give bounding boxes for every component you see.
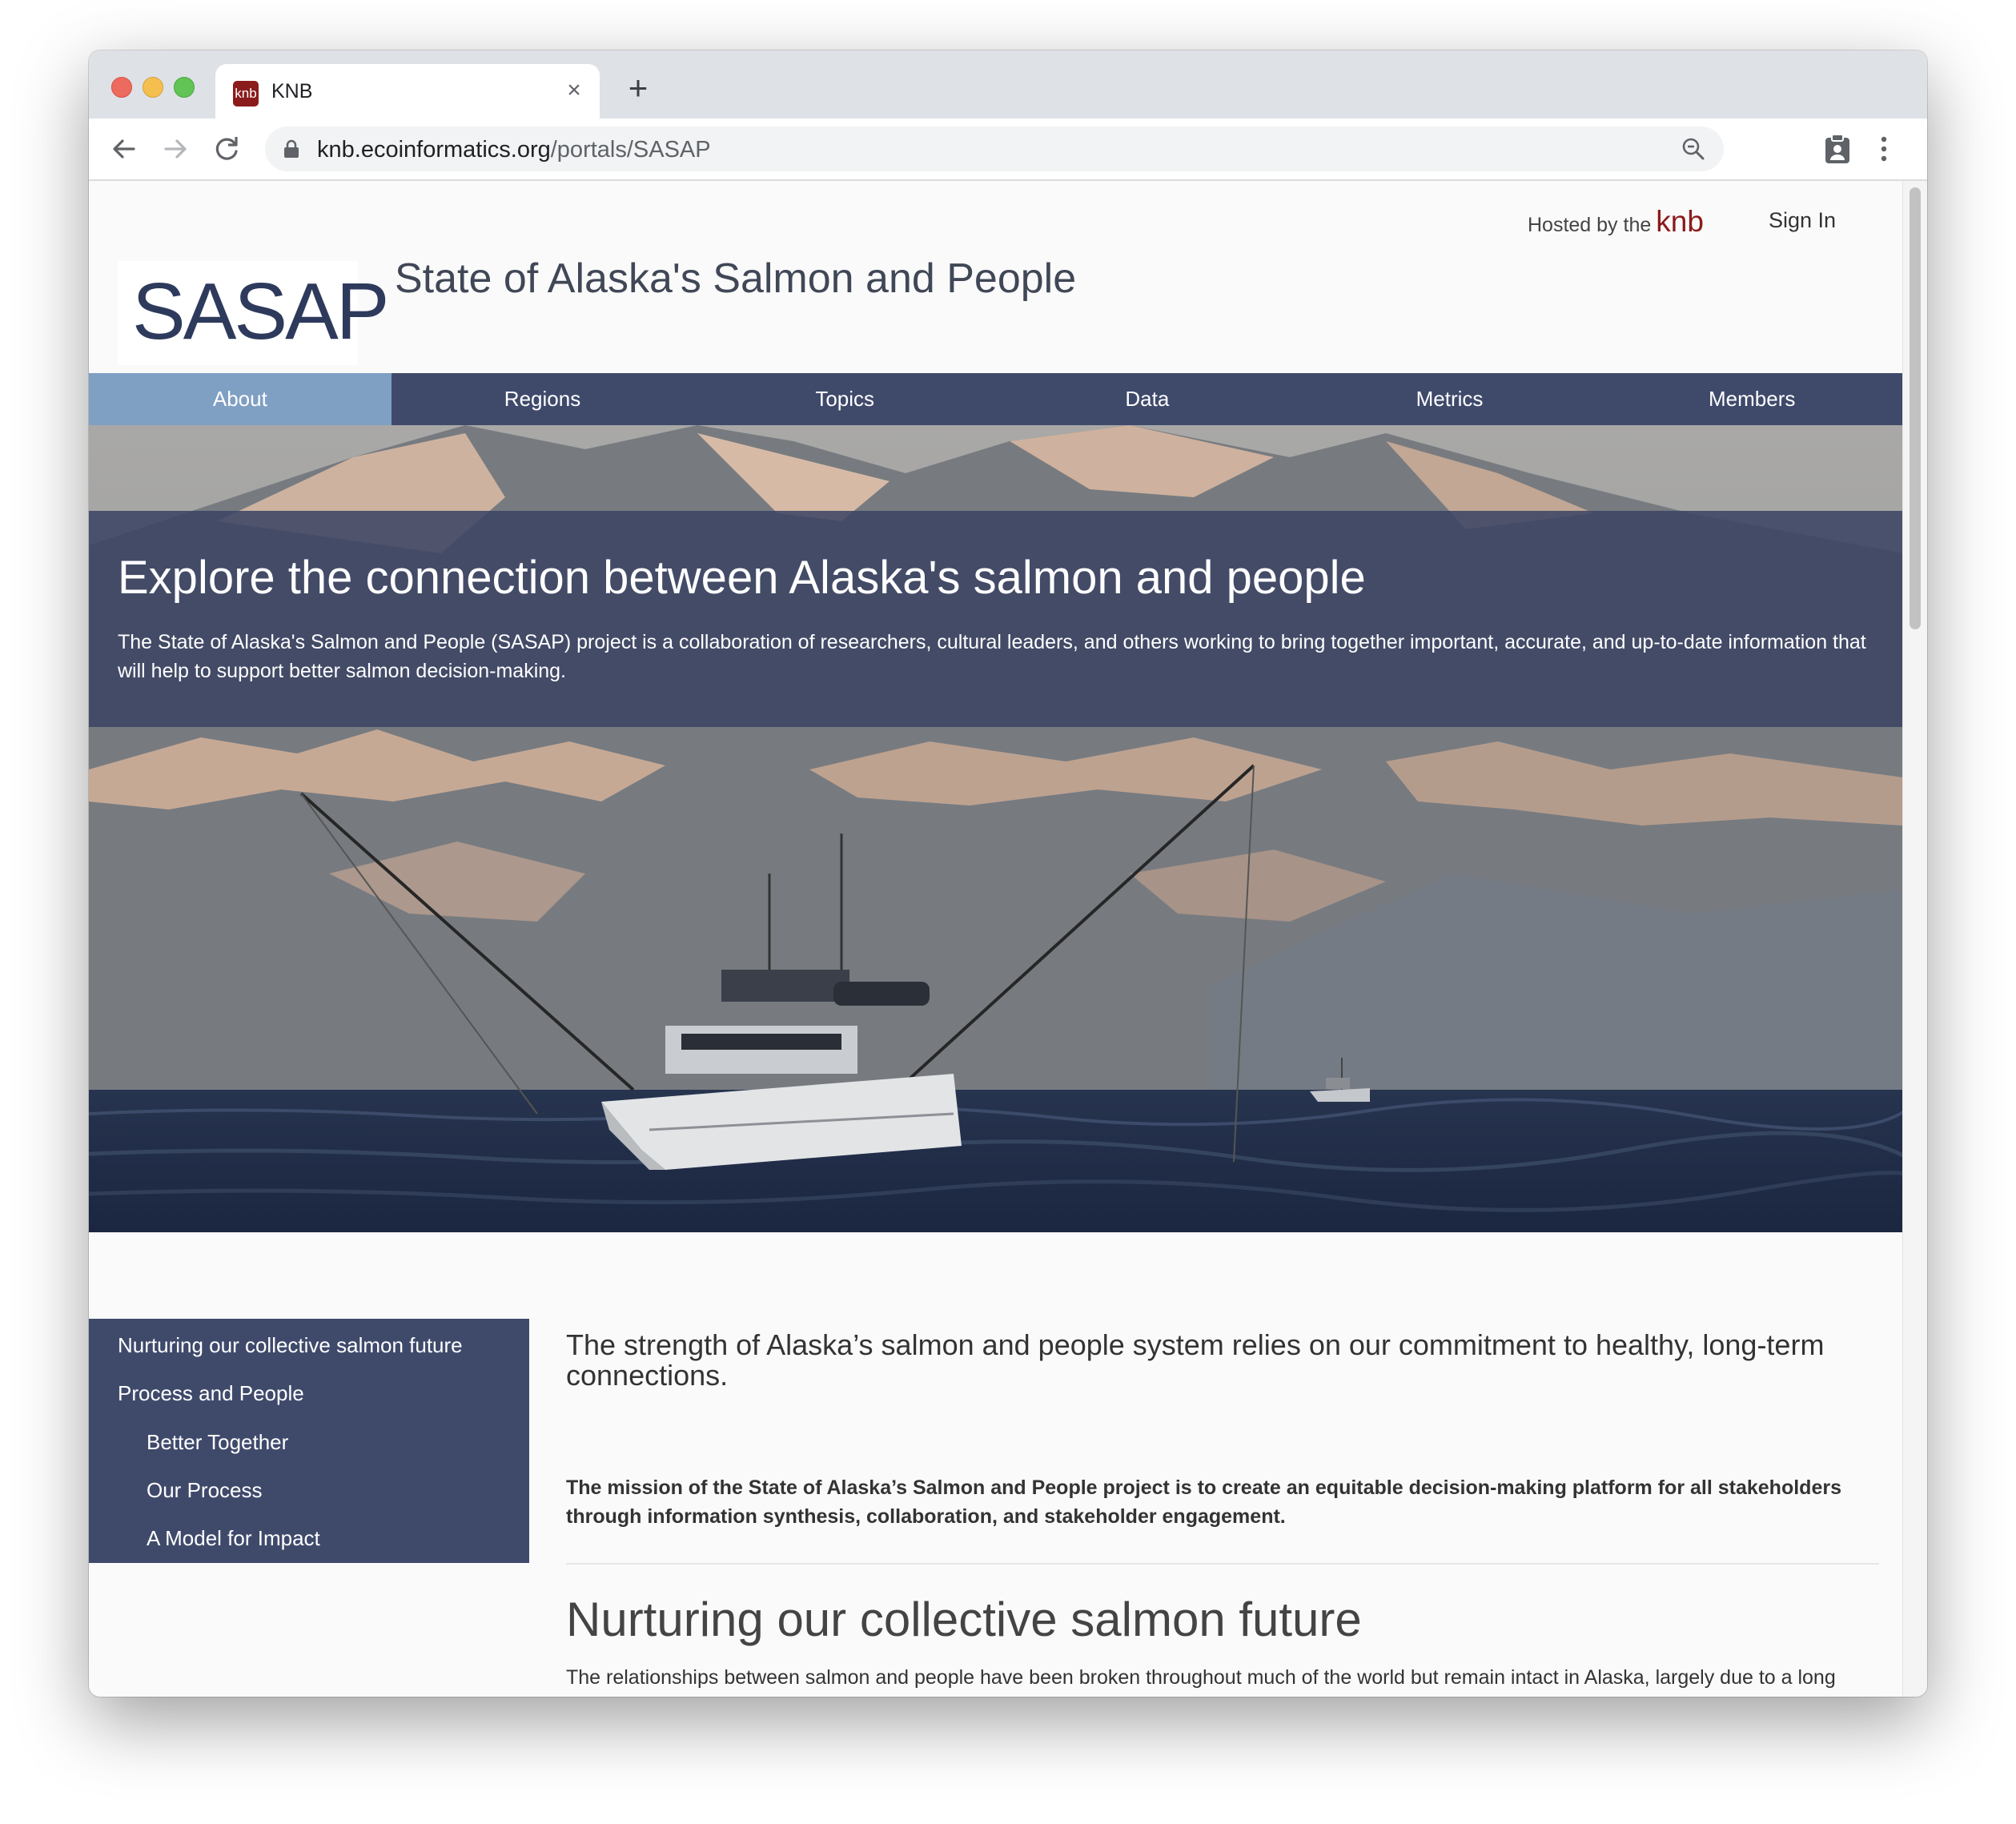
maximize-window-button[interactable]	[174, 77, 195, 98]
nav-item-topics[interactable]: Topics	[693, 373, 996, 425]
sidebar-item-process-and-people[interactable]: Process and People	[118, 1381, 304, 1406]
section-heading: Nurturing our collective salmon future	[566, 1593, 1362, 1646]
knb-brand-link[interactable]: knb	[1656, 205, 1704, 238]
nav-item-data[interactable]: Data	[996, 373, 1299, 425]
extension-clipboard-icon[interactable]	[1823, 133, 1852, 165]
sasap-logo[interactable]: SASAP	[118, 261, 389, 365]
tab-knb[interactable]: knb KNB ×	[215, 64, 600, 119]
close-tab-icon[interactable]: ×	[560, 76, 588, 105]
sidebar-item-model-for-impact[interactable]: A Model for Impact	[147, 1526, 320, 1551]
page-viewport: Hosted by the knb Sign In SASAP State of …	[89, 181, 1927, 1697]
lead-statement: The strength of Alaska’s salmon and peop…	[566, 1328, 1825, 1392]
section-divider	[566, 1563, 1879, 1565]
new-tab-button[interactable]: +	[620, 70, 656, 106]
hosted-by-label: Hosted by the	[1528, 214, 1652, 236]
hero-caption-band: Explore the connection between Alaska's …	[89, 511, 1903, 727]
sidebar-item-our-process[interactable]: Our Process	[147, 1478, 263, 1503]
browser-menu-icon[interactable]	[1877, 133, 1890, 165]
minimize-window-button[interactable]	[143, 77, 163, 98]
sidebar-item-nurturing[interactable]: Nurturing our collective salmon future	[118, 1333, 463, 1358]
about-sidebar-nav: Nurturing our collective salmon future P…	[89, 1319, 529, 1563]
url-text: knb.ecoinformatics.org/portals/SASAP	[317, 137, 711, 163]
url-path: /portals/SASAP	[550, 137, 711, 163]
mission-statement: The mission of the State of Alaska’s Sal…	[566, 1476, 1841, 1528]
zoom-out-icon[interactable]	[1681, 136, 1706, 162]
tab-strip: knb KNB × +	[89, 50, 1927, 119]
page-scrollbar[interactable]	[1902, 181, 1927, 1697]
nav-item-about[interactable]: About	[89, 373, 392, 425]
forward-arrow-icon[interactable]	[156, 130, 195, 168]
url-domain: knb.ecoinformatics.org	[317, 137, 551, 163]
knb-favicon-icon: knb	[233, 81, 259, 106]
close-window-button[interactable]	[111, 77, 132, 98]
hero-title: Explore the connection between Alaska's …	[118, 552, 1366, 604]
logo-text: SASAP	[132, 267, 389, 356]
address-bar[interactable]: knb.ecoinformatics.org/portals/SASAP	[265, 127, 1724, 171]
hero-text: The State of Alaska's Salmon and People …	[118, 631, 1866, 682]
scrollbar-thumb[interactable]	[1910, 187, 1921, 629]
hero-banner: Explore the connection between Alaska's …	[89, 425, 1903, 1232]
browser-toolbar: knb.ecoinformatics.org/portals/SASAP	[89, 119, 1927, 181]
sasap-portal: Hosted by the knb Sign In SASAP State of …	[89, 181, 1903, 1697]
nav-item-members[interactable]: Members	[1600, 373, 1903, 425]
nav-item-regions[interactable]: Regions	[392, 373, 694, 425]
tab-title: KNB	[271, 80, 313, 102]
sign-in-link[interactable]: Sign In	[1769, 208, 1836, 233]
hosted-by[interactable]: Hosted by the knb	[1528, 205, 1704, 239]
back-arrow-icon[interactable]	[105, 130, 143, 168]
site-title: State of Alaska's Salmon and People	[395, 255, 1077, 302]
sidebar-item-better-together[interactable]: Better Together	[147, 1430, 288, 1455]
browser-window: knb KNB × + knb.ecoinformatics.org/porta…	[89, 50, 1927, 1697]
reload-icon[interactable]	[207, 130, 246, 168]
section-text: The relationships between salmon and peo…	[566, 1666, 1836, 1689]
nav-item-metrics[interactable]: Metrics	[1299, 373, 1601, 425]
lock-icon	[284, 139, 299, 158]
main-nav: About Regions Topics Data Metrics Members	[89, 373, 1903, 425]
